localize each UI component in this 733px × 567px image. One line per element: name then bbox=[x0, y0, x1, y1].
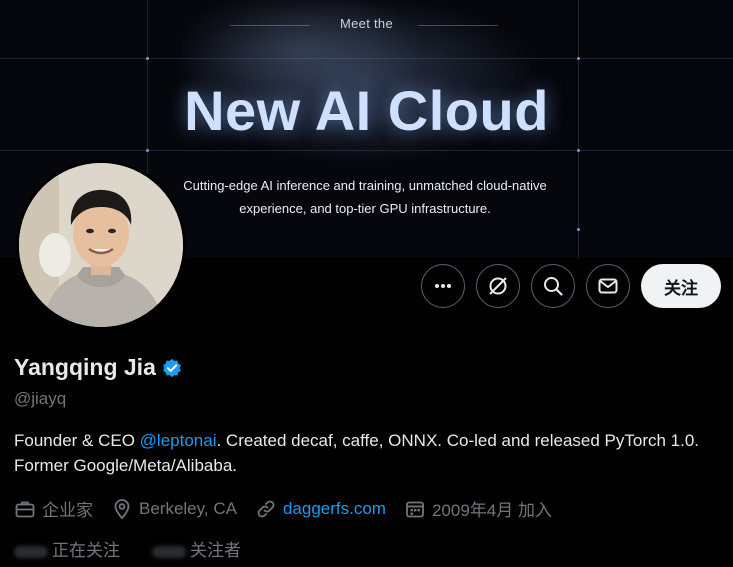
follow-stats: 正在关注 关注者 bbox=[14, 536, 241, 561]
banner-dot bbox=[146, 149, 149, 152]
calendar-icon bbox=[406, 501, 424, 517]
banner-grid-line bbox=[0, 58, 733, 59]
more-horizontal-icon bbox=[435, 284, 451, 288]
profile-meta: 企业家 Berkeley, CA daggerfs.com 2009年4月 加入 bbox=[14, 496, 570, 521]
bio-text-prefix: Founder & CEO bbox=[14, 431, 140, 450]
bio-mention-link[interactable]: @leptonai bbox=[140, 431, 217, 450]
banner-dot bbox=[577, 228, 580, 231]
more-button[interactable] bbox=[421, 264, 465, 308]
search-icon bbox=[544, 277, 563, 296]
followers-count-redacted bbox=[152, 545, 186, 558]
message-button[interactable] bbox=[586, 264, 630, 308]
grok-button[interactable] bbox=[476, 264, 520, 308]
meta-category: 企业家 bbox=[14, 496, 93, 521]
display-name: Yangqing Jia bbox=[14, 354, 156, 380]
grok-icon bbox=[489, 277, 507, 295]
verified-badge-icon[interactable] bbox=[162, 358, 182, 378]
profile-bio: Founder & CEO @leptonai. Created decaf, … bbox=[14, 428, 704, 478]
profile-handle: @jiayq bbox=[14, 389, 67, 408]
website-link[interactable]: daggerfs.com bbox=[283, 499, 386, 519]
following-stat[interactable]: 正在关注 bbox=[14, 536, 120, 561]
banner-dot bbox=[146, 57, 149, 60]
category-label: 企业家 bbox=[42, 501, 93, 520]
follow-button[interactable]: 关注 bbox=[641, 264, 721, 308]
link-icon bbox=[257, 500, 275, 517]
location-pin-icon bbox=[114, 498, 130, 519]
profile-name: Yangqing Jia bbox=[14, 354, 182, 381]
person-portrait-icon bbox=[19, 163, 183, 327]
joined-label: 2009年4月 加入 bbox=[431, 501, 552, 520]
meta-location: Berkeley, CA bbox=[111, 498, 237, 520]
followers-label: 关注者 bbox=[190, 541, 241, 560]
banner-subline: Cutting-edge AI inference and training, … bbox=[183, 178, 547, 216]
briefcase-icon bbox=[15, 501, 35, 517]
following-label: 正在关注 bbox=[52, 541, 120, 560]
search-button[interactable] bbox=[531, 264, 575, 308]
followers-stat[interactable]: 关注者 bbox=[152, 536, 241, 561]
meta-joined: 2009年4月 加入 bbox=[404, 496, 552, 521]
banner-eyebrow: Meet the bbox=[340, 16, 393, 31]
envelope-icon bbox=[598, 278, 618, 294]
banner-dot bbox=[577, 57, 580, 60]
meta-website: daggerfs.com bbox=[255, 498, 386, 520]
banner-grid-line bbox=[0, 150, 733, 151]
banner-headline: New AI Cloud bbox=[184, 79, 549, 142]
banner-dot bbox=[577, 149, 580, 152]
avatar-photo bbox=[19, 163, 183, 327]
location-label: Berkeley, CA bbox=[139, 498, 237, 518]
following-count-redacted bbox=[14, 545, 48, 558]
profile-avatar[interactable] bbox=[16, 160, 186, 330]
